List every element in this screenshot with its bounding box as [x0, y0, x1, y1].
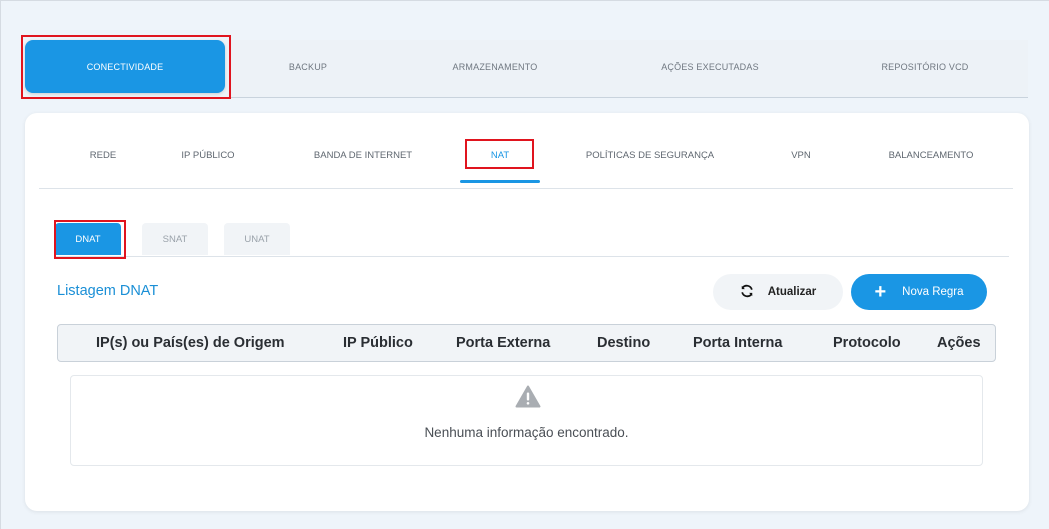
- sub-tabs-bar: REDE IP PÚBLICO BANDA DE INTERNET NAT PO…: [39, 113, 1013, 189]
- column-header-acoes[interactable]: Ações: [937, 325, 981, 361]
- tab-balanceamento[interactable]: BALANCEAMENTO: [871, 143, 991, 167]
- tab-vpn[interactable]: VPN: [771, 143, 831, 167]
- tab-conectividade[interactable]: CONECTIVIDADE: [25, 40, 225, 93]
- list-title: Listagem DNAT: [57, 283, 159, 299]
- column-header-protocolo[interactable]: Protocolo: [833, 325, 901, 361]
- column-header-porta-externa[interactable]: Porta Externa: [456, 325, 550, 361]
- refresh-button[interactable]: Atualizar: [713, 274, 843, 310]
- active-tab-underline: [460, 180, 540, 183]
- main-card: REDE IP PÚBLICO BANDA DE INTERNET NAT PO…: [25, 113, 1029, 511]
- tab-dnat[interactable]: DNAT: [55, 223, 121, 255]
- plus-icon: +: [874, 281, 887, 303]
- new-rule-button[interactable]: + Nova Regra: [851, 274, 987, 310]
- refresh-label: Atualizar: [767, 286, 817, 298]
- column-header-origem[interactable]: IP(s) ou País(es) de Origem: [96, 325, 285, 361]
- tab-backup[interactable]: BACKUP: [233, 40, 383, 93]
- tab-ip-publico[interactable]: IP PÚBLICO: [163, 143, 253, 167]
- dnat-table-header: IP(s) ou País(es) de Origem IP Público P…: [57, 324, 996, 362]
- tab-nat[interactable]: NAT: [460, 143, 540, 167]
- tab-banda-de-internet[interactable]: BANDA DE INTERNET: [303, 143, 423, 167]
- new-rule-label: Nova Regra: [902, 286, 964, 298]
- nat-type-tabs: DNAT SNAT UNAT: [55, 223, 1009, 257]
- tab-rede[interactable]: REDE: [63, 143, 143, 167]
- tab-repositorio-vcd[interactable]: REPOSITÓRIO VCD: [845, 40, 1005, 93]
- tab-acoes-executadas[interactable]: AÇÕES EXECUTADAS: [625, 40, 795, 93]
- empty-state: Nenhuma informação encontrado.: [70, 375, 983, 466]
- refresh-icon: [740, 284, 754, 301]
- top-tabs-bar: CONECTIVIDADE BACKUP ARMAZENAMENTO AÇÕES…: [25, 40, 1028, 98]
- tab-armazenamento[interactable]: ARMAZENAMENTO: [420, 40, 570, 93]
- column-header-porta-interna[interactable]: Porta Interna: [693, 325, 782, 361]
- warning-icon: [515, 385, 541, 413]
- empty-message: Nenhuma informação encontrado.: [424, 425, 629, 440]
- column-header-destino[interactable]: Destino: [597, 325, 650, 361]
- column-header-ip-publico[interactable]: IP Público: [343, 325, 413, 361]
- tab-politicas-de-seguranca[interactable]: POLÍTICAS DE SEGURANÇA: [575, 143, 725, 167]
- tab-unat[interactable]: UNAT: [224, 223, 290, 255]
- tab-snat[interactable]: SNAT: [142, 223, 208, 255]
